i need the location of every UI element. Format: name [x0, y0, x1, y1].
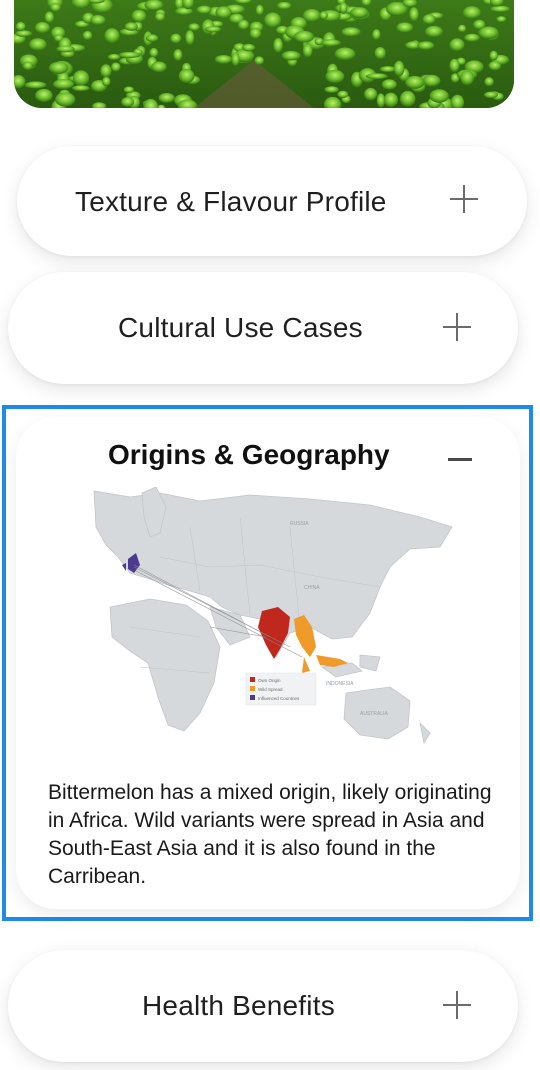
selection-highlight: Origins & Geography RUSSIA CHINA INDONES… — [2, 405, 533, 921]
map-legend: Own Origin Wild Spread Influenced Countr… — [245, 672, 317, 706]
map-label-russia: RUSSIA — [290, 521, 309, 527]
legend-label-wild-spread: Wild Spread — [258, 687, 283, 692]
legend-label-influenced: Influenced Countries — [258, 696, 300, 701]
accordion-item-health-benefits[interactable]: Health Benefits — [8, 950, 518, 1062]
accordion-item-label: Health Benefits — [142, 990, 335, 1021]
legend-label-own-origin: Own Origin — [258, 678, 281, 683]
expand-plus-icon[interactable] — [442, 312, 472, 342]
legend-swatch-wild-spread — [250, 686, 255, 691]
map-label-china: CHINA — [304, 585, 320, 591]
expand-plus-icon[interactable] — [449, 184, 479, 214]
origins-description: Bittermelon has a mixed origin, likely o… — [48, 781, 492, 888]
accordion-item-label: Origins & Geography — [108, 439, 390, 470]
accordion-item-cultural-use-cases[interactable]: Cultural Use Cases — [8, 272, 518, 384]
map-label-australia: AUSTRALIA — [360, 711, 388, 717]
bitter-melon-image — [14, 0, 514, 108]
accordion-item-label: Cultural Use Cases — [118, 312, 363, 343]
legend-swatch-own-origin — [250, 677, 255, 682]
accordion-item-label: Texture & Flavour Profile — [75, 186, 387, 217]
world-map-image: RUSSIA CHINA INDONESIA AUSTRALIA Own Ori… — [90, 487, 456, 763]
accordion-item-texture-flavour[interactable]: Texture & Flavour Profile — [17, 146, 527, 256]
legend-swatch-influenced — [250, 695, 255, 700]
expand-plus-icon[interactable] — [442, 990, 472, 1020]
collapse-minus-icon[interactable] — [448, 449, 474, 469]
accordion-item-origins-geography[interactable]: Origins & Geography RUSSIA CHINA INDONES… — [16, 417, 520, 909]
map-label-indonesia: INDONESIA — [326, 681, 354, 687]
